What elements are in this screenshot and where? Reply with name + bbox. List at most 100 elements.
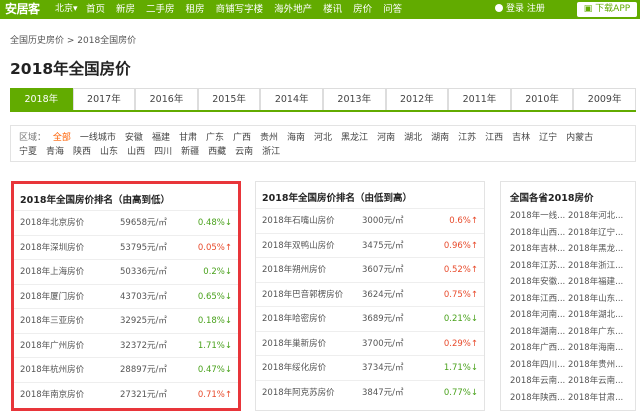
province-link[interactable]: 2018年河南... [510,307,568,324]
province-link[interactable]: 2018年江苏... [510,258,568,275]
region-filter-item[interactable]: 河南 [377,133,395,143]
region-filter-item[interactable]: 甘肃 [179,133,197,143]
region-filter-item[interactable]: 西藏 [208,147,226,157]
city-name[interactable]: 2018年巴音郭楞房价 [262,283,343,307]
region-filter-item[interactable]: 黑龙江 [341,133,368,143]
login-link[interactable]: 登录 注册 [495,0,545,19]
nav-new-homes[interactable]: 新房 [116,0,135,19]
nav-home[interactable]: 首页 [86,0,105,19]
site-logo[interactable]: 安居客 [5,0,40,19]
table-row[interactable]: 2018年双鸭山房价 3475元/㎡ 0.96%↑ [256,232,484,258]
province-link[interactable]: 2018年山西... [510,225,568,242]
city-name[interactable]: 2018年厦门房价 [20,285,84,309]
table-row[interactable]: 2018年巢新房价 3700元/㎡ 0.29%↑ [256,330,484,356]
region-filter-item[interactable]: 广东 [206,133,224,143]
city-name[interactable]: 2018年巢新房价 [262,332,326,356]
region-filter-item[interactable]: 安徽 [125,133,143,143]
region-filter-item[interactable]: 江苏 [458,133,476,143]
province-link[interactable]: 2018年浙江... [568,258,626,275]
breadcrumb[interactable]: 全国历史房价 > 2018全国房价 [10,33,136,46]
table-row[interactable]: 2018年杭州房价 28897元/㎡ 0.47%↓ [14,357,238,382]
city-name[interactable]: 2018年朔州房价 [262,258,326,282]
table-row[interactable]: 2018年南京房价 27321元/㎡ 0.71%↑ [14,381,238,407]
province-link[interactable]: 2018年广西... [510,340,568,357]
province-link[interactable]: 2018年海南... [568,340,626,357]
city-name[interactable]: 2018年深圳房价 [20,236,84,260]
city-name[interactable]: 2018年三亚房价 [20,309,84,333]
city-name[interactable]: 2018年北京房价 [20,211,84,235]
province-link[interactable]: 2018年一线... [510,208,568,225]
city-name[interactable]: 2018年广州房价 [20,334,84,358]
region-filter-item[interactable]: 河北 [314,133,332,143]
city-name[interactable]: 2018年石嘴山房价 [262,209,335,233]
tab-year[interactable]: 2018年 [10,88,73,110]
table-row[interactable]: 2018年朔州房价 3607元/㎡ 0.52%↑ [256,257,484,282]
nav-overseas[interactable]: 海外地产 [274,0,312,19]
city-name[interactable]: 2018年哈密房价 [262,307,326,331]
tab-year[interactable]: 2013年 [322,88,386,110]
region-filter-item[interactable]: 吉林 [512,133,530,143]
nav-prices[interactable]: 房价 [353,0,372,19]
region-filter-item[interactable]: 海南 [287,133,305,143]
tab-year[interactable]: 2014年 [260,88,323,110]
province-link[interactable]: 2018年吉林... [510,241,568,258]
tab-year[interactable]: 2016年 [135,88,198,110]
region-filter-item[interactable]: 贵州 [260,133,278,143]
tab-year[interactable]: 2017年 [72,88,136,110]
province-link[interactable]: 2018年广东... [568,324,626,341]
region-filter-item[interactable]: 全部 [53,133,71,143]
table-row[interactable]: 2018年阿克苏房价 3847元/㎡ 0.77%↓ [256,379,484,405]
region-filter-item[interactable]: 内蒙古 [566,133,593,143]
province-link[interactable]: 2018年陕西... [510,390,568,407]
province-link[interactable]: 2018年山东... [568,291,626,308]
province-link[interactable]: 2018年甘肃... [568,390,626,407]
region-filter-item[interactable]: 陕西 [73,147,91,157]
nav-news[interactable]: 楼讯 [323,0,342,19]
tab-year[interactable]: 2011年 [448,88,511,110]
city-name[interactable]: 2018年双鸭山房价 [262,234,335,258]
city-name[interactable]: 2018年阿克苏房价 [262,381,335,405]
region-filter-item[interactable]: 宁夏 [19,147,37,157]
province-link[interactable]: 2018年辽宁... [568,225,626,242]
province-link[interactable]: 2018年云南... [510,373,568,390]
tab-year[interactable]: 2010年 [510,88,574,110]
region-filter-item[interactable]: 青海 [46,147,64,157]
table-row[interactable]: 2018年厦门房价 43703元/㎡ 0.65%↓ [14,283,238,309]
region-filter-item[interactable]: 一线城市 [80,133,116,143]
region-filter-item[interactable]: 山东 [100,147,118,157]
table-row[interactable]: 2018年巴音郭楞房价 3624元/㎡ 0.75%↑ [256,281,484,307]
region-filter-item[interactable]: 江西 [485,133,503,143]
province-link[interactable]: 2018年安徽... [510,274,568,291]
province-link[interactable]: 2018年河北... [568,208,626,225]
city-name[interactable]: 2018年杭州房价 [20,358,84,382]
province-link[interactable]: 2018年福建... [568,274,626,291]
province-link[interactable]: 2018年江西... [510,291,568,308]
nav-second-hand[interactable]: 二手房 [146,0,175,19]
region-filter-item[interactable]: 湖北 [404,133,422,143]
province-link[interactable]: 2018年湖北... [568,307,626,324]
table-row[interactable]: 2018年哈密房价 3689元/㎡ 0.21%↓ [256,306,484,331]
table-row[interactable]: 2018年深圳房价 53795元/㎡ 0.05%↑ [14,234,238,260]
province-link[interactable]: 2018年贵州... [568,357,626,374]
download-app-label[interactable]: 下载APP [595,4,630,14]
table-row[interactable]: 2018年上海房价 50336元/㎡ 0.2%↓ [14,259,238,284]
region-filter-item[interactable]: 广西 [233,133,251,143]
region-filter-item[interactable]: 新疆 [181,147,199,157]
region-filter-item[interactable]: 四川 [154,147,172,157]
table-row[interactable]: 2018年广州房价 32372元/㎡ 1.71%↓ [14,332,238,358]
province-link[interactable]: 2018年黑龙... [568,241,626,258]
province-link[interactable]: 2018年四川... [510,357,568,374]
tab-year[interactable]: 2015年 [197,88,261,110]
city-selector[interactable]: 北京▾ [55,0,78,19]
table-row[interactable]: 2018年三亚房价 32925元/㎡ 0.18%↓ [14,308,238,333]
province-link[interactable]: 2018年云南... [568,373,626,390]
region-filter-item[interactable]: 浙江 [262,147,280,157]
city-name[interactable]: 2018年绥化房价 [262,356,326,380]
table-row[interactable]: 2018年北京房价 59658元/㎡ 0.48%↓ [14,210,238,235]
region-filter-item[interactable]: 云南 [235,147,253,157]
nav-commercial[interactable]: 商铺写字楼 [216,0,264,19]
city-name[interactable]: 2018年上海房价 [20,260,84,284]
tab-year[interactable]: 2012年 [385,88,449,110]
region-filter-item[interactable]: 辽宁 [539,133,557,143]
nav-qa[interactable]: 问答 [383,0,402,19]
